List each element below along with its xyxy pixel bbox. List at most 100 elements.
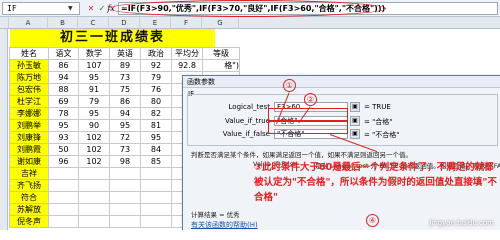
header-cell[interactable]: 英语 (109, 47, 141, 60)
score-cell[interactable] (109, 179, 141, 192)
score-cell[interactable]: 95 (78, 107, 110, 120)
name-cell[interactable]: 齐飞扬 (9, 179, 49, 192)
name-cell[interactable]: 倪冬声 (9, 215, 49, 228)
collapse-dialog-icon[interactable]: ▣ (350, 129, 360, 139)
collapse-dialog-icon[interactable]: ▣ (350, 102, 360, 112)
score-cell[interactable] (78, 215, 110, 228)
header-cell[interactable]: 语文 (48, 47, 79, 60)
score-cell[interactable]: 80 (140, 95, 172, 108)
score-cell[interactable]: 89 (109, 59, 141, 72)
name-cell[interactable]: 包宏伟 (9, 83, 49, 96)
score-cell[interactable]: 93 (48, 131, 79, 144)
score-cell[interactable]: 72 (109, 131, 141, 144)
score-cell[interactable]: 73 (109, 143, 141, 156)
score-cell[interactable] (48, 191, 79, 204)
table-row: 孙玉敏 86 107 89 92 92.8 格") (9, 59, 240, 72)
name-cell[interactable]: 符合 (9, 191, 49, 204)
header-cell[interactable]: 姓名 (9, 47, 49, 60)
name-cell[interactable]: 孙玉敏 (9, 59, 49, 72)
score-cell[interactable]: 84 (140, 143, 172, 156)
score-cell[interactable]: 95 (78, 71, 110, 84)
score-cell[interactable] (109, 215, 141, 228)
score-cell[interactable] (109, 203, 141, 216)
name-cell[interactable]: 吉祥 (9, 167, 49, 180)
score-cell[interactable]: 102 (78, 131, 110, 144)
name-cell[interactable]: 李娜娜 (9, 107, 49, 120)
name-cell[interactable]: 谢如康 (9, 155, 49, 168)
score-cell[interactable]: 88 (48, 83, 79, 96)
grade-cell[interactable]: 格") (202, 59, 240, 72)
score-cell[interactable] (78, 179, 110, 192)
score-cell[interactable]: 96 (48, 155, 79, 168)
name-cell[interactable]: 陈万地 (9, 71, 49, 84)
score-cell[interactable]: 73 (109, 71, 141, 84)
column-header[interactable]: E (140, 17, 171, 29)
score-cell[interactable] (140, 191, 172, 204)
score-cell[interactable] (48, 179, 79, 192)
name-cell[interactable]: 刘鹏霞 (9, 143, 49, 156)
score-cell[interactable]: 76 (140, 83, 172, 96)
score-cell[interactable]: 94 (109, 107, 141, 120)
column-header[interactable]: G (202, 17, 239, 29)
score-cell[interactable] (78, 191, 110, 204)
chevron-down-icon[interactable]: ▼ (68, 5, 73, 12)
score-cell[interactable]: 95 (48, 119, 79, 132)
score-cell[interactable] (109, 191, 141, 204)
score-cell[interactable] (140, 203, 172, 216)
score-cell[interactable] (140, 179, 172, 192)
score-cell[interactable]: 81 (140, 119, 172, 132)
score-cell[interactable]: 98 (109, 155, 141, 168)
sheet-title[interactable]: 初三一班成绩表 (10, 29, 215, 47)
score-cell[interactable]: 86 (109, 95, 141, 108)
average-cell[interactable]: 92.8 (171, 59, 203, 72)
score-cell[interactable]: 85 (140, 155, 172, 168)
false-value-highlight (268, 121, 348, 134)
column-header[interactable]: D (109, 17, 140, 29)
score-cell[interactable]: 95 (140, 131, 172, 144)
watermark: jingyan.baidu.com (429, 219, 494, 227)
score-cell[interactable]: 86 (48, 59, 79, 72)
score-cell[interactable]: 91 (78, 83, 110, 96)
arg-label-logical-test: Logical_test (228, 103, 270, 111)
score-cell[interactable] (48, 203, 79, 216)
score-cell[interactable]: 79 (78, 95, 110, 108)
score-cell[interactable]: 95 (109, 119, 141, 132)
score-cell[interactable] (48, 167, 79, 180)
score-cell[interactable] (109, 167, 141, 180)
select-all-corner[interactable] (0, 17, 9, 29)
score-cell[interactable]: 75 (109, 83, 141, 96)
column-header[interactable]: A (9, 17, 48, 29)
score-cell[interactable]: 69 (48, 95, 79, 108)
name-cell[interactable]: 刘康锋 (9, 131, 49, 144)
column-header[interactable]: F (171, 17, 202, 29)
score-cell[interactable]: 92 (140, 59, 172, 72)
score-cell[interactable]: 94 (48, 71, 79, 84)
score-cell[interactable] (140, 215, 172, 228)
name-cell[interactable]: 苏解放 (9, 203, 49, 216)
score-cell[interactable]: 102 (78, 155, 110, 168)
score-cell[interactable] (78, 203, 110, 216)
cancel-icon[interactable]: ✕ (86, 3, 96, 14)
header-cell[interactable]: 平均分 (171, 47, 203, 60)
score-cell[interactable]: 50 (48, 143, 79, 156)
header-cell[interactable]: 数学 (78, 47, 110, 60)
header-cell[interactable]: 政治 (140, 47, 172, 60)
excel-window: IF ▼ ✕ ✓ fx =IF(F3>90,"优秀",IF(F3>70,"良好"… (0, 0, 500, 230)
dialog-title[interactable]: 函数参数 (183, 76, 500, 88)
score-cell[interactable]: 78 (48, 107, 79, 120)
name-cell[interactable]: 刘鹏举 (9, 119, 49, 132)
score-cell[interactable]: 102 (78, 143, 110, 156)
score-cell[interactable]: 79 (140, 71, 172, 84)
name-cell[interactable]: 杜学江 (9, 95, 49, 108)
score-cell[interactable]: 82 (140, 107, 172, 120)
score-cell[interactable]: 90 (78, 119, 110, 132)
help-link[interactable]: 有关该函数的帮助(H) (191, 220, 258, 230)
collapse-dialog-icon[interactable]: ▣ (350, 116, 360, 126)
header-cell[interactable]: 等级 (202, 47, 240, 60)
score-cell[interactable] (48, 215, 79, 228)
score-cell[interactable] (140, 167, 172, 180)
column-header[interactable]: C (78, 17, 109, 29)
score-cell[interactable]: 107 (78, 59, 110, 72)
column-header[interactable]: B (48, 17, 78, 29)
score-cell[interactable] (78, 167, 110, 180)
